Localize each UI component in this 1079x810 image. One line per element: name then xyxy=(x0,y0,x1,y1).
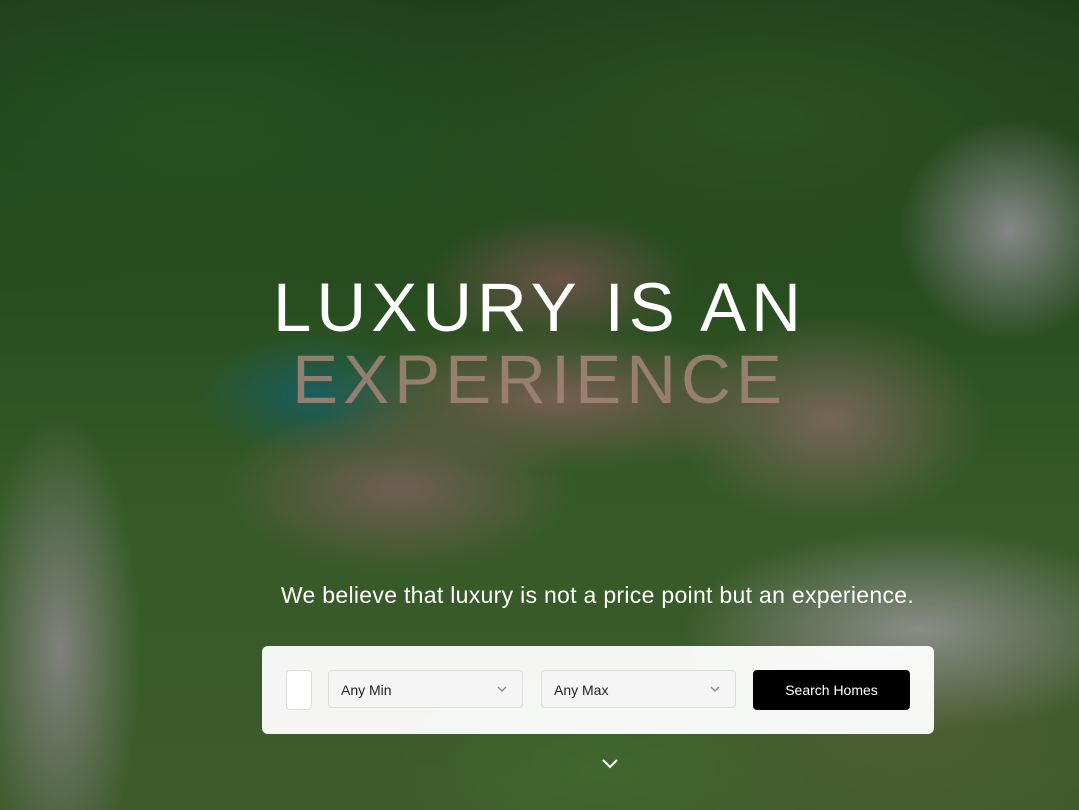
min-price-value: Any Min xyxy=(341,682,392,698)
headline-line-1: LUXURY IS AN xyxy=(273,269,806,346)
search-panel: Any Min Any Max Search Homes xyxy=(262,646,934,734)
location-input[interactable] xyxy=(286,670,312,710)
hero-headline: LUXURY IS AN EXPERIENCE xyxy=(0,272,1079,416)
max-price-select[interactable]: Any Max xyxy=(541,670,736,708)
chevron-down-icon xyxy=(710,686,720,692)
scroll-down-icon[interactable] xyxy=(600,756,620,772)
chevron-down-icon xyxy=(497,686,507,692)
min-price-select[interactable]: Any Min xyxy=(328,670,523,708)
hero-subtitle: We believe that luxury is not a price po… xyxy=(280,582,915,608)
search-homes-button[interactable]: Search Homes xyxy=(753,670,910,710)
headline-line-2: EXPERIENCE xyxy=(292,341,787,418)
max-price-value: Any Max xyxy=(554,682,609,698)
hero-section: LUXURY IS AN EXPERIENCE We believe that … xyxy=(0,0,1079,810)
